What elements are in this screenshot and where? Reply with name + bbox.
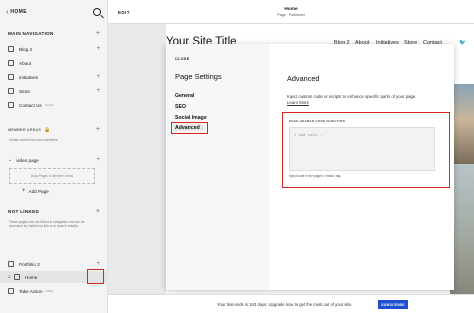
injection-hint: Inject code in the page's <head> tag. xyxy=(289,174,342,178)
left-panel: ‹ HOME MAIN NAVIGATION + Blog 2 + About … xyxy=(0,0,108,313)
twitter-icon[interactable]: 🐦 xyxy=(459,40,466,46)
page-title: Home xyxy=(284,7,298,12)
nav-item-blog2[interactable]: Blog 2 + xyxy=(0,44,108,54)
nav-item-label: Portfolio 3 xyxy=(19,261,40,267)
member-item-label: video page xyxy=(16,157,39,163)
add-icon[interactable]: + xyxy=(96,261,100,267)
member-drop-zone[interactable]: Drag Pages to Member Areas xyxy=(9,168,95,184)
page-icon xyxy=(8,102,14,108)
nav-item-label: Store xyxy=(19,88,30,94)
section-label: NOT LINKED xyxy=(8,209,40,214)
tab-general[interactable]: General xyxy=(175,93,194,99)
not-linked-item-portfolio3[interactable]: Portfolio 3 + xyxy=(0,259,108,269)
advanced-description: Inject custom code or scripts to enhance… xyxy=(287,94,437,106)
page-icon xyxy=(14,274,21,280)
nav-item-tag: CLICK xyxy=(44,103,54,107)
add-icon[interactable]: + xyxy=(96,46,100,52)
advanced-heading: Advanced xyxy=(287,74,320,83)
add-icon[interactable]: + xyxy=(96,74,100,80)
trial-bar: Your trial ends in 163 days. Upgrade now… xyxy=(108,294,474,313)
code-injection-highlight: PAGE HEADER CODE INJECTION 1 Add code...… xyxy=(282,112,450,188)
member-item-video-page[interactable]: ⌄ video page + xyxy=(0,155,108,165)
member-areas-description: Create content for your members. xyxy=(9,138,59,142)
settings-gear-highlight[interactable] xyxy=(87,269,104,284)
not-linked-description: These pages are not linked in navigation… xyxy=(9,220,85,229)
tab-social-image[interactable]: Social Image xyxy=(175,115,207,121)
page-icon xyxy=(8,288,14,294)
modal-sidebar: CLOSE Page Settings General SEO Social I… xyxy=(166,44,270,290)
page-icon xyxy=(8,46,14,52)
add-page-button[interactable]: + Add Page xyxy=(0,186,108,196)
nav-item-label: Blog 2 xyxy=(19,46,33,52)
home-label[interactable]: HOME xyxy=(10,9,93,15)
lock-icon: 🔒 xyxy=(44,126,51,133)
nav-item-store[interactable]: Store + xyxy=(0,86,108,96)
nav-item-label: About xyxy=(19,60,32,66)
not-linked-item-take-action[interactable]: Take Action GIVE xyxy=(0,286,108,296)
close-button[interactable]: CLOSE xyxy=(175,57,190,61)
add-page-label: Add Page xyxy=(28,188,49,194)
chevron-left-icon[interactable]: ‹ xyxy=(6,9,8,16)
store-icon xyxy=(8,88,14,94)
not-linked-header: NOT LINKED + xyxy=(0,208,108,215)
learn-more-link[interactable]: Learn More xyxy=(287,100,309,105)
page-status: Page · Published xyxy=(277,13,305,17)
page-settings-modal: CLOSE Page Settings General SEO Social I… xyxy=(166,44,454,290)
nav-item-about[interactable]: About xyxy=(0,58,108,68)
modal-title: Page Settings xyxy=(175,72,222,81)
nav-item-contact[interactable]: Contact Us CLICK xyxy=(0,100,108,110)
code-editor[interactable]: 1 Add code... xyxy=(289,127,435,171)
section-label: MAIN NAVIGATION xyxy=(8,31,54,36)
top-bar: EDIT Home Page · Published xyxy=(108,0,474,24)
member-areas-header: MEMBER AREAS 🔒 + xyxy=(0,126,108,133)
nav-item-label: Contact Us xyxy=(19,102,42,108)
panel-header: ‹ HOME xyxy=(0,0,107,24)
page-icon xyxy=(8,60,14,66)
section-label: MEMBER AREAS xyxy=(8,127,42,132)
page-icon xyxy=(8,74,14,80)
injection-label: PAGE HEADER CODE INJECTION xyxy=(289,119,346,123)
chevron-down-icon[interactable]: ⌄ xyxy=(8,157,12,163)
add-icon[interactable]: + xyxy=(96,88,100,94)
nav-item-tag: GIVE xyxy=(45,289,53,293)
nav-item-label: Initiatives xyxy=(19,74,39,80)
main-navigation-header: MAIN NAVIGATION + xyxy=(0,30,108,37)
description-text: Inject custom code or scripts to enhance… xyxy=(287,94,417,99)
add-icon: + xyxy=(22,188,26,194)
advanced-panel: Advanced Inject custom code or scripts t… xyxy=(270,44,454,290)
portfolio-icon xyxy=(8,261,14,267)
subscribe-button[interactable]: SUBSCRIBE xyxy=(378,300,408,309)
code-placeholder: 1 Add code... xyxy=(294,132,324,137)
trial-message: Your trial ends in 163 days. Upgrade now… xyxy=(217,302,353,307)
tab-seo[interactable]: SEO xyxy=(175,104,186,110)
nav-item-label: Take Action xyxy=(19,288,43,294)
home-icon: ⌂ xyxy=(8,274,12,280)
nav-item-initiatives[interactable]: Initiatives + xyxy=(0,72,108,82)
add-icon[interactable]: + xyxy=(96,30,100,37)
add-icon[interactable]: + xyxy=(96,208,100,215)
tab-advanced[interactable]: Advanced xyxy=(175,125,200,131)
add-icon[interactable]: + xyxy=(96,157,100,163)
search-icon[interactable] xyxy=(93,8,101,16)
add-icon[interactable]: + xyxy=(96,126,100,133)
